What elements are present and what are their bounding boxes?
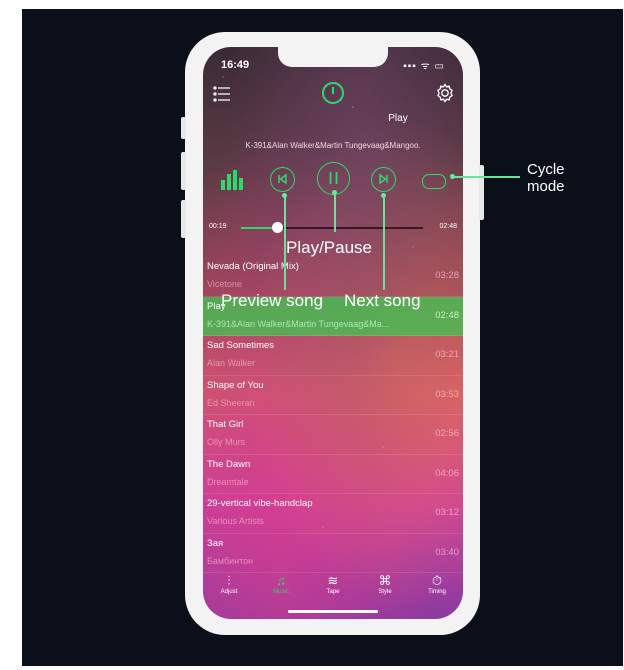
song-title: 29-vertical vibe-handclap [207,498,313,509]
song-duration: 03:12 [435,507,459,518]
mute-switch [181,117,186,139]
preview-pointer-dot [282,193,287,198]
song-duration: 03:21 [435,349,459,360]
song-title: Зая [207,537,224,549]
progress-track[interactable] [241,222,423,233]
status-indicators: ▪▪▪ ᯤ ▭ [403,61,445,72]
power-button [479,165,484,220]
song-artist: Olly Murs [207,437,245,447]
previous-song-button[interactable] [270,167,295,192]
volume-down-button [181,200,186,238]
power-icon[interactable] [320,80,346,106]
play-pause-callout: Play/Pause [286,238,372,257]
song-artist: Various Artists [207,516,264,526]
tab-timing[interactable]: ⏱ Timing [411,573,463,595]
song-title: Shape of You [207,379,264,391]
cycle-pointer [452,176,520,178]
cycle-mode-callout: Cycle mode [527,161,565,195]
song-duration: 02:56 [435,428,459,439]
status-time: 16:49 [221,59,250,71]
menu-list-icon[interactable] [211,83,233,105]
song-artist: K-391&Alan Walker&Martin Tungevaag&Ma... [207,318,390,329]
song-artist: Бамбинтон [207,555,254,566]
now-playing-title: Play [388,113,408,124]
tab-adjust[interactable]: ⫶ Adjust [203,573,255,595]
song-duration: 04:06 [435,467,459,479]
timer-icon: ⏱ [431,573,443,588]
cycle-mode-button[interactable] [422,174,446,189]
tab-style[interactable]: ⌘ Style [359,573,411,595]
tab-music[interactable]: ♫ Music [255,573,307,595]
now-playing-artist: K-391&Alan Walker&Martin Tungevaag&Mango… [245,141,421,150]
play-pause-pointer [334,192,336,232]
song-row[interactable]: 29-vertical vibe-handclap Various Artists… [203,494,463,534]
tab-label: Tape [326,589,340,595]
equalizer-icon[interactable] [221,170,243,195]
song-duration: 03:28 [435,270,459,281]
duration-time: 02:48 [439,223,457,230]
song-artist: Vicetone [207,279,242,289]
cycle-pointer-dot [450,174,455,179]
next-pointer [383,195,385,290]
progress-knob[interactable] [272,222,284,233]
tab-label: Music [273,589,289,595]
skip-back-icon [278,173,287,185]
preview-song-callout: Preview song [221,291,324,310]
elapsed-time: 00:19 [209,223,227,230]
notch [278,47,388,67]
play-pause-pointer-dot [332,190,337,195]
tab-label: Adjust [220,589,238,595]
song-artist: Ed Sheeran [207,397,255,408]
song-duration: 03:53 [435,388,459,400]
sliders-icon: ⫶ [227,573,231,588]
skip-forward-icon [379,173,388,185]
song-title: The Dawn [207,458,251,470]
volume-up-button [181,152,186,190]
next-song-callout: Next song [344,291,421,310]
tape-wave-icon: ≋ [327,573,339,588]
song-row[interactable]: Sad Sometimes Alan Walker 03:21 [203,336,463,376]
gear-icon[interactable] [434,82,456,104]
tab-label: Timing [428,589,446,595]
home-indicator [288,610,378,613]
tab-tape[interactable]: ≋ Tape [307,573,359,595]
top-bar [203,79,463,109]
song-title: That Girl [207,419,244,430]
next-song-button[interactable] [371,167,396,192]
song-title: Sad Sometimes [207,340,275,351]
song-row[interactable]: Shape of You Ed Sheeran 03:53 [203,376,463,415]
tab-label: Style [378,589,392,595]
song-duration: 02:48 [435,309,459,321]
song-duration: 03:40 [435,546,459,558]
next-pointer-dot [381,193,386,198]
progress-row: 00:19 02:48 [203,217,463,237]
song-row[interactable]: The Dawn Dreamtale 04:06 [203,455,463,494]
music-note-icon: ♫ [276,573,286,588]
song-artist: Alan Walker [207,358,256,368]
song-row[interactable]: That Girl Olly Murs 02:56 [203,415,463,455]
song-artist: Dreamtale [207,476,249,487]
command-icon: ⌘ [378,573,392,588]
app-screen: 16:49 ▪▪▪ ᯤ ▭ Play K-391&Alan Walker&Mar… [203,47,463,619]
